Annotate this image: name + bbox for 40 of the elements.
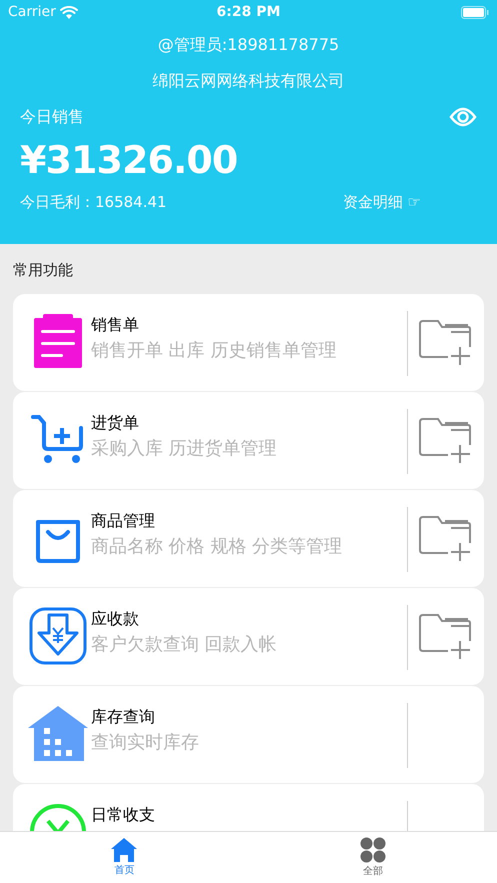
feature-description: 采购入库 历进货单管理 — [91, 436, 278, 460]
feature-card[interactable]: 日常收支 — [13, 784, 484, 831]
battery-icon — [460, 6, 489, 19]
gross-profit: 今日毛利：16584.41 — [20, 192, 167, 213]
feature-description: 销售开单 出库 历史销售单管理 — [91, 338, 338, 362]
feature-title: 进货单 — [91, 412, 140, 434]
home-icon — [111, 838, 138, 862]
feature-title: 应收款 — [91, 608, 140, 630]
feature-description: 查询实时库存 — [91, 730, 200, 754]
feature-title: 商品管理 — [91, 510, 156, 532]
add-folder-icon[interactable] — [418, 613, 472, 659]
feature-description: 客户欠款查询 回款入帐 — [91, 632, 278, 656]
warehouse-icon — [28, 706, 88, 762]
feature-title: 日常收支 — [91, 804, 156, 826]
feature-card[interactable]: 库存查询 查询实时库存 — [13, 686, 484, 782]
eye-icon[interactable] — [449, 107, 477, 127]
feature-title: 库存查询 — [91, 706, 156, 728]
sales-amount: ¥31326.00 — [20, 138, 238, 182]
yen-download-icon — [29, 607, 87, 665]
add-folder-icon[interactable] — [418, 417, 472, 463]
feature-title: 销售单 — [91, 314, 140, 336]
feature-card[interactable]: 商品管理 商品名称 价格 规格 分类等管理 — [13, 490, 484, 586]
add-folder-icon[interactable] — [418, 515, 472, 561]
feature-card[interactable]: 应收款 客户欠款查询 回款入帐 — [13, 588, 484, 684]
company-name: 绵阳云网网络科技有限公司 — [152, 70, 344, 92]
feature-card[interactable]: 进货单 采购入库 历进货单管理 — [13, 392, 484, 488]
feature-card[interactable]: 销售单 销售开单 出库 历史销售单管理 — [13, 294, 484, 390]
tab-bar-item[interactable]: 全部 — [248, 832, 497, 883]
grid-icon — [360, 836, 386, 862]
add-folder-icon[interactable] — [418, 319, 472, 365]
carrier-label: Carrier — [8, 3, 56, 22]
feature-description: 商品名称 价格 规格 分类等管理 — [91, 534, 344, 558]
sales-label: 今日销售 — [20, 106, 84, 128]
tab-bar-item[interactable]: 首页 — [0, 832, 248, 883]
account-label: @管理员:18981178775 — [158, 34, 340, 56]
clipboard-icon — [32, 314, 84, 370]
cart-plus-icon — [31, 414, 85, 466]
section-title: 常用功能 — [13, 260, 73, 278]
wifi-icon — [60, 6, 78, 19]
clock-time: 6:28 PM — [216, 3, 280, 22]
